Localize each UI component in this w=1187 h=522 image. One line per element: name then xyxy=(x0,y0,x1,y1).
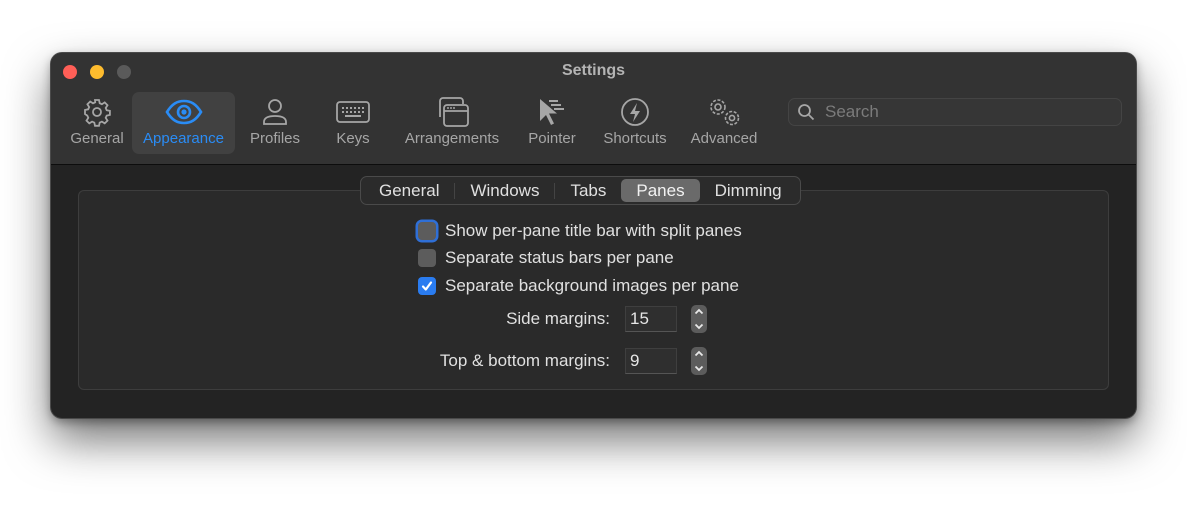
checkbox[interactable] xyxy=(418,249,436,268)
chevron-up-icon[interactable] xyxy=(694,308,704,315)
side-margins-input[interactable] xyxy=(625,306,677,332)
checkbox[interactable] xyxy=(418,221,436,240)
chevron-down-icon[interactable] xyxy=(694,365,704,372)
top-bottom-margins-label: Top & bottom margins: xyxy=(439,351,610,370)
search-icon xyxy=(798,104,815,121)
subtab-windows[interactable]: Windows xyxy=(455,179,554,202)
toolbar-item-label: Profiles xyxy=(249,130,301,147)
side-margins-row: Side margins: xyxy=(370,305,707,333)
search-input[interactable] xyxy=(823,101,1107,123)
chevron-up-icon[interactable] xyxy=(694,350,704,357)
chevron-down-icon[interactable] xyxy=(694,323,704,330)
person-icon xyxy=(262,97,288,127)
checkbox-label: Show per-pane title bar with split panes xyxy=(445,220,742,240)
bolt-icon xyxy=(620,97,650,127)
checkbox-label: Separate status bars per pane xyxy=(445,248,674,268)
pointer-icon xyxy=(537,97,567,127)
toolbar-item-appearance[interactable]: Appearance xyxy=(132,92,235,154)
toolbar-item-label: Shortcuts xyxy=(603,130,667,147)
option-per-pane-title-bar[interactable]: Show per-pane title bar with split panes xyxy=(418,217,742,245)
toolbar-item-label: Appearance xyxy=(143,130,224,147)
keyboard-icon xyxy=(336,97,370,127)
subtab-panes[interactable]: Panes xyxy=(621,179,700,202)
side-margins-stepper[interactable] xyxy=(691,305,707,333)
subtab-control: General Windows Tabs Panes Dimming xyxy=(360,176,801,205)
checkbox[interactable] xyxy=(418,276,436,295)
window-title: Settings xyxy=(561,62,626,79)
subtab-dimming[interactable]: Dimming xyxy=(700,179,797,202)
settings-window: Settings General Appearance Profiles Key… xyxy=(51,53,1136,418)
toolbar-item-label: Pointer xyxy=(528,130,576,147)
toolbar-item-shortcuts[interactable]: Shortcuts xyxy=(591,92,679,154)
gear-icon xyxy=(82,97,112,127)
preferences-toolbar: General Appearance Profiles Keys Arrange… xyxy=(62,92,769,154)
top-bottom-margins-row: Top & bottom margins: xyxy=(370,347,707,375)
search-field[interactable] xyxy=(788,98,1122,126)
toolbar-item-label: Keys xyxy=(336,130,370,147)
toolbar-item-label: Arrangements xyxy=(404,130,500,147)
option-separate-background-images[interactable]: Separate background images per pane xyxy=(418,272,742,300)
toolbar-item-general[interactable]: General xyxy=(62,92,132,154)
checkmark-icon xyxy=(421,281,433,291)
eye-icon xyxy=(164,97,203,127)
option-separate-status-bars[interactable]: Separate status bars per pane xyxy=(418,245,742,273)
toolbar-item-label: General xyxy=(70,130,124,147)
toolbar-item-pointer[interactable]: Pointer xyxy=(513,92,591,154)
top-bottom-margins-input[interactable] xyxy=(625,348,677,374)
toolbar-item-keys[interactable]: Keys xyxy=(315,92,391,154)
windows-icon xyxy=(435,97,469,127)
pane-options: Show per-pane title bar with split panes… xyxy=(418,217,742,300)
toolbar-item-label: Advanced xyxy=(690,130,758,147)
top-bottom-margins-stepper[interactable] xyxy=(691,347,707,375)
toolbar-item-advanced[interactable]: Advanced xyxy=(679,92,769,154)
toolbar-item-arrangements[interactable]: Arrangements xyxy=(391,92,513,154)
title-bar: Settings General Appearance Profiles Key… xyxy=(51,53,1136,165)
checkbox-label: Separate background images per pane xyxy=(445,275,739,295)
toolbar-item-profiles[interactable]: Profiles xyxy=(235,92,315,154)
gears-icon xyxy=(705,97,743,127)
subtab-tabs[interactable]: Tabs xyxy=(555,179,621,202)
subtab-general[interactable]: General xyxy=(364,179,454,202)
side-margins-label: Side margins: xyxy=(506,309,610,328)
